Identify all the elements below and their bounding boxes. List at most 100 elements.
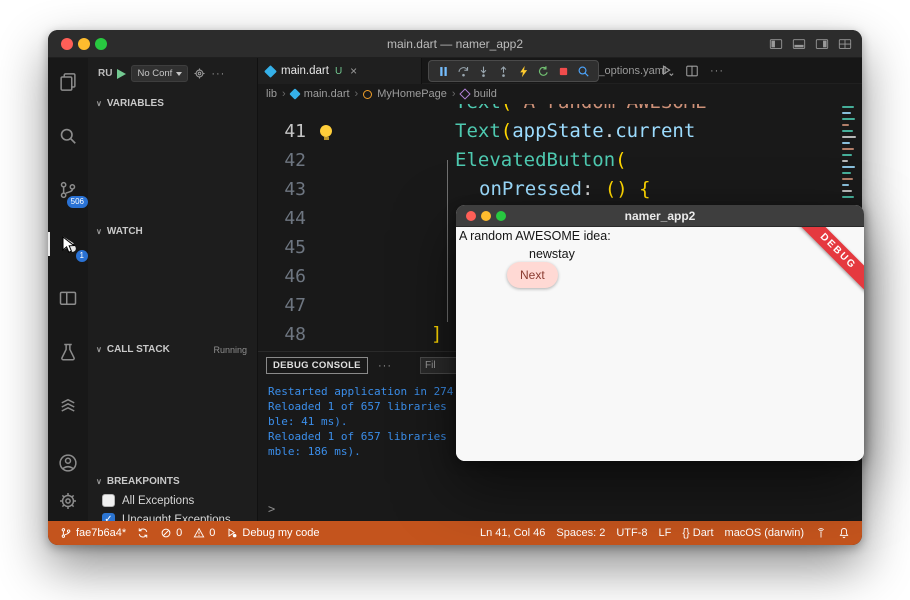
variables-section-header[interactable]: ∨ VARIABLES [88, 98, 257, 109]
more-actions-icon[interactable]: ··· [710, 65, 724, 77]
breadcrumb-item[interactable]: lib [266, 88, 277, 100]
status-item[interactable]: Ln 41, Col 46 [480, 527, 545, 539]
chevron-down-icon [176, 72, 182, 76]
code-text: ] [316, 320, 442, 349]
sync-changes-item[interactable] [137, 527, 149, 539]
status-item[interactable]: Spaces: 2 [556, 527, 605, 539]
debug-banner: DEBUG [790, 227, 864, 300]
breakpoints-section-header[interactable]: ∨ BREAKPOINTS [88, 476, 257, 487]
customize-layout-icon[interactable] [838, 37, 852, 51]
console-line: Reloaded 1 of 657 libraries [268, 429, 453, 444]
debug-settings-gear-icon[interactable] [193, 67, 206, 80]
settings-gear-icon[interactable] [54, 487, 82, 515]
toggle-secondary-sidebar-icon[interactable] [815, 37, 829, 51]
status-item[interactable]: LF [659, 527, 672, 539]
error-count: 0 [176, 527, 182, 539]
step-into-icon[interactable] [477, 65, 490, 78]
explorer-icon[interactable] [54, 68, 82, 96]
line-number: 46 [258, 262, 316, 291]
status-item[interactable]: macOS (darwin) [725, 527, 804, 539]
code-text [316, 233, 455, 262]
console-line: Reloaded 1 of 657 libraries [268, 399, 453, 414]
run-view-title: RU [98, 68, 112, 79]
stop-icon[interactable] [557, 65, 570, 78]
minimap-line [842, 130, 853, 132]
minimap-line [842, 124, 849, 126]
hot-reload-icon[interactable] [517, 65, 530, 78]
notifications-bell-icon[interactable] [838, 527, 850, 539]
widget-inspector-icon[interactable] [577, 65, 590, 78]
breakpoint-row[interactable]: All Exceptions [102, 494, 194, 507]
accounts-icon[interactable] [54, 449, 82, 477]
code-line[interactable]: 41Text(appState.current [258, 117, 862, 146]
status-item[interactable]: UTF-8 [616, 527, 647, 539]
watch-section-header[interactable]: ∨ WATCH [88, 226, 257, 237]
code-line[interactable]: Text('A random AWESOME [258, 104, 862, 117]
debug-badge: 1 [76, 250, 88, 262]
close-tab-icon[interactable]: × [350, 64, 357, 78]
errors-item[interactable]: 0 [160, 527, 182, 539]
console-input-prompt[interactable]: > [268, 502, 275, 516]
chevron-down-icon: ∨ [96, 345, 102, 354]
breadcrumb-item[interactable]: build [474, 88, 497, 100]
call-stack-section-header[interactable]: ∨ CALL STACK Running [88, 344, 257, 355]
step-over-icon[interactable] [457, 65, 470, 78]
status-bar: fae7b6a4* 0 0 Debug my code Ln 41, Col 4… [48, 521, 862, 545]
git-branch-item[interactable]: fae7b6a4* [60, 527, 126, 539]
layers-icon[interactable] [54, 392, 82, 420]
pause-icon[interactable] [437, 65, 450, 78]
line-number: 43 [258, 175, 316, 204]
launch-config-dropdown[interactable]: No Conf [131, 65, 188, 82]
warnings-item[interactable]: 0 [193, 527, 215, 539]
indent-guide [447, 160, 448, 322]
more-actions-icon[interactable]: ··· [211, 68, 225, 80]
app-title-bar[interactable]: namer_app2 [456, 205, 864, 227]
code-text [316, 291, 455, 320]
source-control-badge: 506 [67, 196, 88, 208]
breadcrumb: lib›main.dart›MyHomePage›build [258, 84, 862, 104]
debug-sidebar: RU No Conf ··· ∨ VARIABLES ∨ WATCH ∨ CAL… [88, 58, 258, 521]
step-out-icon[interactable] [497, 65, 510, 78]
more-actions-icon[interactable]: ··· [378, 360, 392, 372]
debug-target-item[interactable]: Debug my code [226, 527, 319, 539]
title-bar[interactable]: main.dart — namer_app2 [48, 30, 862, 58]
debug-target-label: Debug my code [242, 527, 319, 539]
breakpoint-checkbox[interactable] [102, 494, 115, 507]
toggle-panel-icon[interactable] [792, 37, 806, 51]
code-line[interactable]: 43onPressed: () { [258, 175, 862, 204]
minimap-line [842, 160, 848, 162]
split-editor-icon[interactable] [685, 64, 699, 78]
tab-label: main.dart [281, 65, 329, 77]
tab-bar: main.dart U × sis_options.yaml ··· [258, 58, 862, 84]
branch-name: fae7b6a4* [76, 527, 126, 539]
minimap-line [842, 172, 851, 174]
testing-icon[interactable] [54, 338, 82, 366]
run-or-debug-icon[interactable] [660, 64, 674, 78]
ports-tower-icon[interactable] [815, 527, 827, 539]
source-control-icon[interactable]: 506 [54, 176, 82, 204]
window-title: main.dart — namer_app2 [48, 37, 862, 51]
code-line[interactable]: 42ElevatedButton( [258, 146, 862, 175]
tab-main-dart[interactable]: main.dart U × [258, 58, 422, 84]
toggle-sidebar-icon[interactable] [769, 37, 783, 51]
breadcrumb-item[interactable]: MyHomePage [377, 88, 447, 100]
generated-word: newstay [529, 247, 575, 261]
lightbulb-icon[interactable] [320, 125, 332, 137]
line-number: 42 [258, 146, 316, 175]
line-number: 47 [258, 291, 316, 320]
hot-restart-icon[interactable] [537, 65, 550, 78]
minimap-line [842, 148, 854, 150]
start-debug-icon[interactable] [117, 69, 126, 79]
status-item[interactable]: {} Dart [682, 527, 713, 539]
minimap-line [842, 166, 855, 168]
editor-layout-icon[interactable] [54, 284, 82, 312]
minimap[interactable] [842, 106, 858, 198]
method-symbol-icon [459, 88, 470, 99]
search-icon[interactable] [54, 122, 82, 150]
minimap-line [842, 190, 852, 192]
next-button[interactable]: Next [507, 262, 558, 288]
line-number [258, 104, 316, 117]
breadcrumb-item[interactable]: main.dart [304, 88, 350, 100]
launch-config-label: No Conf [137, 68, 172, 79]
tab-debug-console[interactable]: DEBUG CONSOLE [266, 357, 368, 374]
